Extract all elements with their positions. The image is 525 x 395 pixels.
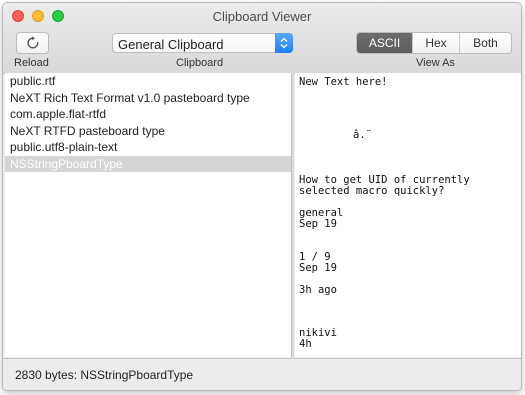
content-line: Sep 19 [299, 218, 337, 230]
list-item[interactable]: NeXT Rich Text Format v1.0 pasteboard ty… [5, 90, 291, 107]
status-bar: 2830 bytes: NSStringPboardType [3, 358, 521, 390]
split-view-divider[interactable] [292, 73, 294, 357]
list-item[interactable]: public.utf8-plain-text [5, 139, 291, 156]
content-line: New Text here! [299, 76, 388, 88]
clipboard-select[interactable]: General Clipboard [112, 33, 293, 53]
pasteboard-types-list: public.rtf NeXT Rich Text Format v1.0 pa… [5, 73, 292, 357]
list-item[interactable]: com.apple.flat-rtfd [5, 106, 291, 123]
clipboard-select-value: General Clipboard [118, 37, 224, 52]
view-hex-segment[interactable]: Hex [412, 33, 459, 53]
clipboard-label: Clipboard [176, 57, 224, 69]
reload-icon [26, 36, 38, 49]
window-title: Clipboard Viewer [212, 9, 312, 24]
reload-button[interactable] [16, 32, 49, 54]
content-line: 4h [299, 338, 312, 350]
view-as-segmented-control: ASCII Hex Both [356, 32, 512, 54]
list-item[interactable]: public.rtf [5, 73, 291, 90]
view-ascii-segment[interactable]: ASCII [357, 33, 412, 53]
view-as-label: View As [416, 57, 455, 69]
reload-label: Reload [14, 57, 49, 69]
chevron-updown-icon [275, 33, 293, 53]
content-line: selected macro quickly? [299, 185, 445, 197]
content-line: Sep 19 [299, 262, 337, 274]
content-view[interactable]: New Text here! â.¨ How to get UID of cur… [295, 73, 521, 357]
view-both-segment[interactable]: Both [459, 33, 511, 53]
clipboard-viewer-window: Clipboard Viewer Reload General Clipboar… [2, 2, 522, 391]
list-item-selected[interactable]: NSStringPboardType [5, 155, 291, 172]
status-text: 2830 bytes: NSStringPboardType [15, 368, 194, 382]
content-line: 3h ago [299, 284, 337, 296]
toolbar: Clipboard Viewer Reload General Clipboar… [3, 3, 521, 74]
content-line: â.¨ [353, 129, 372, 141]
list-item[interactable]: NeXT RTFD pasteboard type [5, 123, 291, 140]
